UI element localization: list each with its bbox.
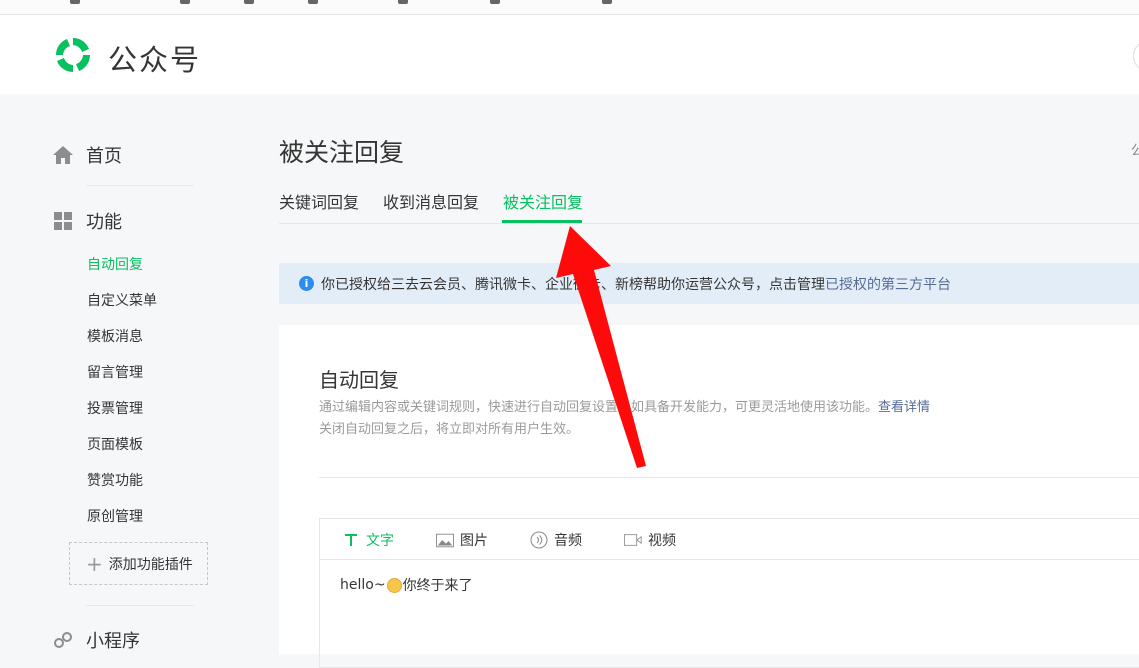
red-arrow-annotation	[556, 226, 646, 468]
